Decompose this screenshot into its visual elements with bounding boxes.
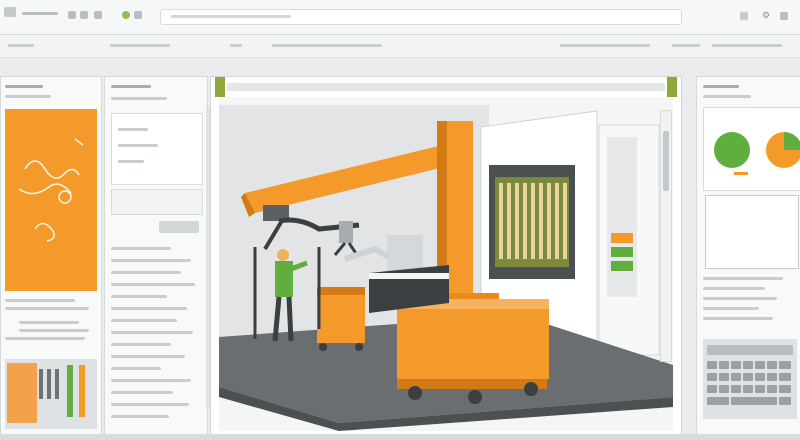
toolbar-item[interactable] xyxy=(8,44,34,47)
text-line xyxy=(19,329,89,332)
viewer-corner-marker xyxy=(667,77,677,97)
left-panel-sub-label xyxy=(5,95,51,98)
secondary-toolbar xyxy=(0,35,800,58)
list-item[interactable] xyxy=(111,367,161,370)
list-item[interactable] xyxy=(111,283,195,286)
action-button[interactable] xyxy=(159,221,199,233)
forward-icon[interactable] xyxy=(80,11,88,19)
scroll-thumb[interactable] xyxy=(663,131,669,191)
list-item[interactable] xyxy=(111,271,181,274)
thumbnail-card[interactable] xyxy=(5,359,97,429)
search-icon[interactable] xyxy=(740,12,748,20)
preview-box[interactable] xyxy=(705,195,799,269)
cart xyxy=(317,287,365,351)
app-icon xyxy=(4,7,16,17)
text-line xyxy=(703,317,773,320)
right-panel xyxy=(696,76,800,436)
toolbar-item[interactable] xyxy=(230,44,242,47)
list-item[interactable] xyxy=(111,331,193,334)
scrollbar[interactable] xyxy=(206,108,210,408)
keyboard-widget[interactable] xyxy=(703,339,797,419)
toolbar-item[interactable] xyxy=(560,44,650,47)
clock-icon[interactable] xyxy=(122,11,130,19)
thumbnail-image xyxy=(7,363,37,423)
home-icon[interactable] xyxy=(94,11,102,19)
form-card[interactable] xyxy=(111,113,203,185)
side-scroll-strip[interactable] xyxy=(660,110,672,362)
text-line xyxy=(703,277,783,280)
status-bar xyxy=(0,434,800,440)
text-line xyxy=(703,287,765,290)
right-panel-header xyxy=(703,85,739,88)
toolbar-item[interactable] xyxy=(712,44,782,47)
title-bar: ⚙ xyxy=(0,0,800,35)
middle-panel xyxy=(104,76,208,436)
chart-card[interactable] xyxy=(703,107,800,191)
pie-chart-icons xyxy=(714,132,800,175)
text-line xyxy=(19,321,79,324)
list-item[interactable] xyxy=(111,343,171,346)
back-icon[interactable] xyxy=(68,11,76,19)
text-line xyxy=(5,307,89,310)
toolbar-item[interactable] xyxy=(272,44,382,47)
list-item[interactable] xyxy=(111,415,169,418)
text-line xyxy=(703,95,751,98)
list-item[interactable] xyxy=(111,247,171,250)
text-line xyxy=(703,307,759,310)
orange-preview-card[interactable] xyxy=(5,109,97,291)
list-item[interactable] xyxy=(111,379,191,382)
list-item[interactable] xyxy=(111,295,167,298)
robot-arm-illustration xyxy=(219,97,673,431)
close-icon[interactable] xyxy=(780,12,788,20)
main-viewer xyxy=(210,76,682,436)
address-bar[interactable] xyxy=(160,9,682,25)
sketch-illustration xyxy=(18,138,84,242)
left-panel-header xyxy=(5,85,43,88)
text-line xyxy=(703,297,777,300)
list-item[interactable] xyxy=(111,391,173,394)
input-field[interactable] xyxy=(111,189,203,215)
list-item[interactable] xyxy=(111,259,191,262)
list-item[interactable] xyxy=(111,307,187,310)
control-panel xyxy=(495,177,569,267)
toolbar-item[interactable] xyxy=(110,44,170,47)
list-item[interactable] xyxy=(111,319,177,322)
viewer-toolbar[interactable] xyxy=(227,83,665,91)
viewer-corner-marker xyxy=(215,77,225,97)
settings-icon[interactable]: ⚙ xyxy=(762,10,770,21)
left-panel xyxy=(0,76,102,436)
tab-label-placeholder[interactable] xyxy=(22,12,58,15)
list-item[interactable] xyxy=(111,403,189,406)
text-line xyxy=(5,337,85,340)
list-item[interactable] xyxy=(111,355,185,358)
settings-icon[interactable] xyxy=(134,11,142,19)
text-line xyxy=(111,97,167,100)
toolbar-item[interactable] xyxy=(672,44,700,47)
middle-panel-header xyxy=(111,85,151,88)
text-line xyxy=(5,299,75,302)
